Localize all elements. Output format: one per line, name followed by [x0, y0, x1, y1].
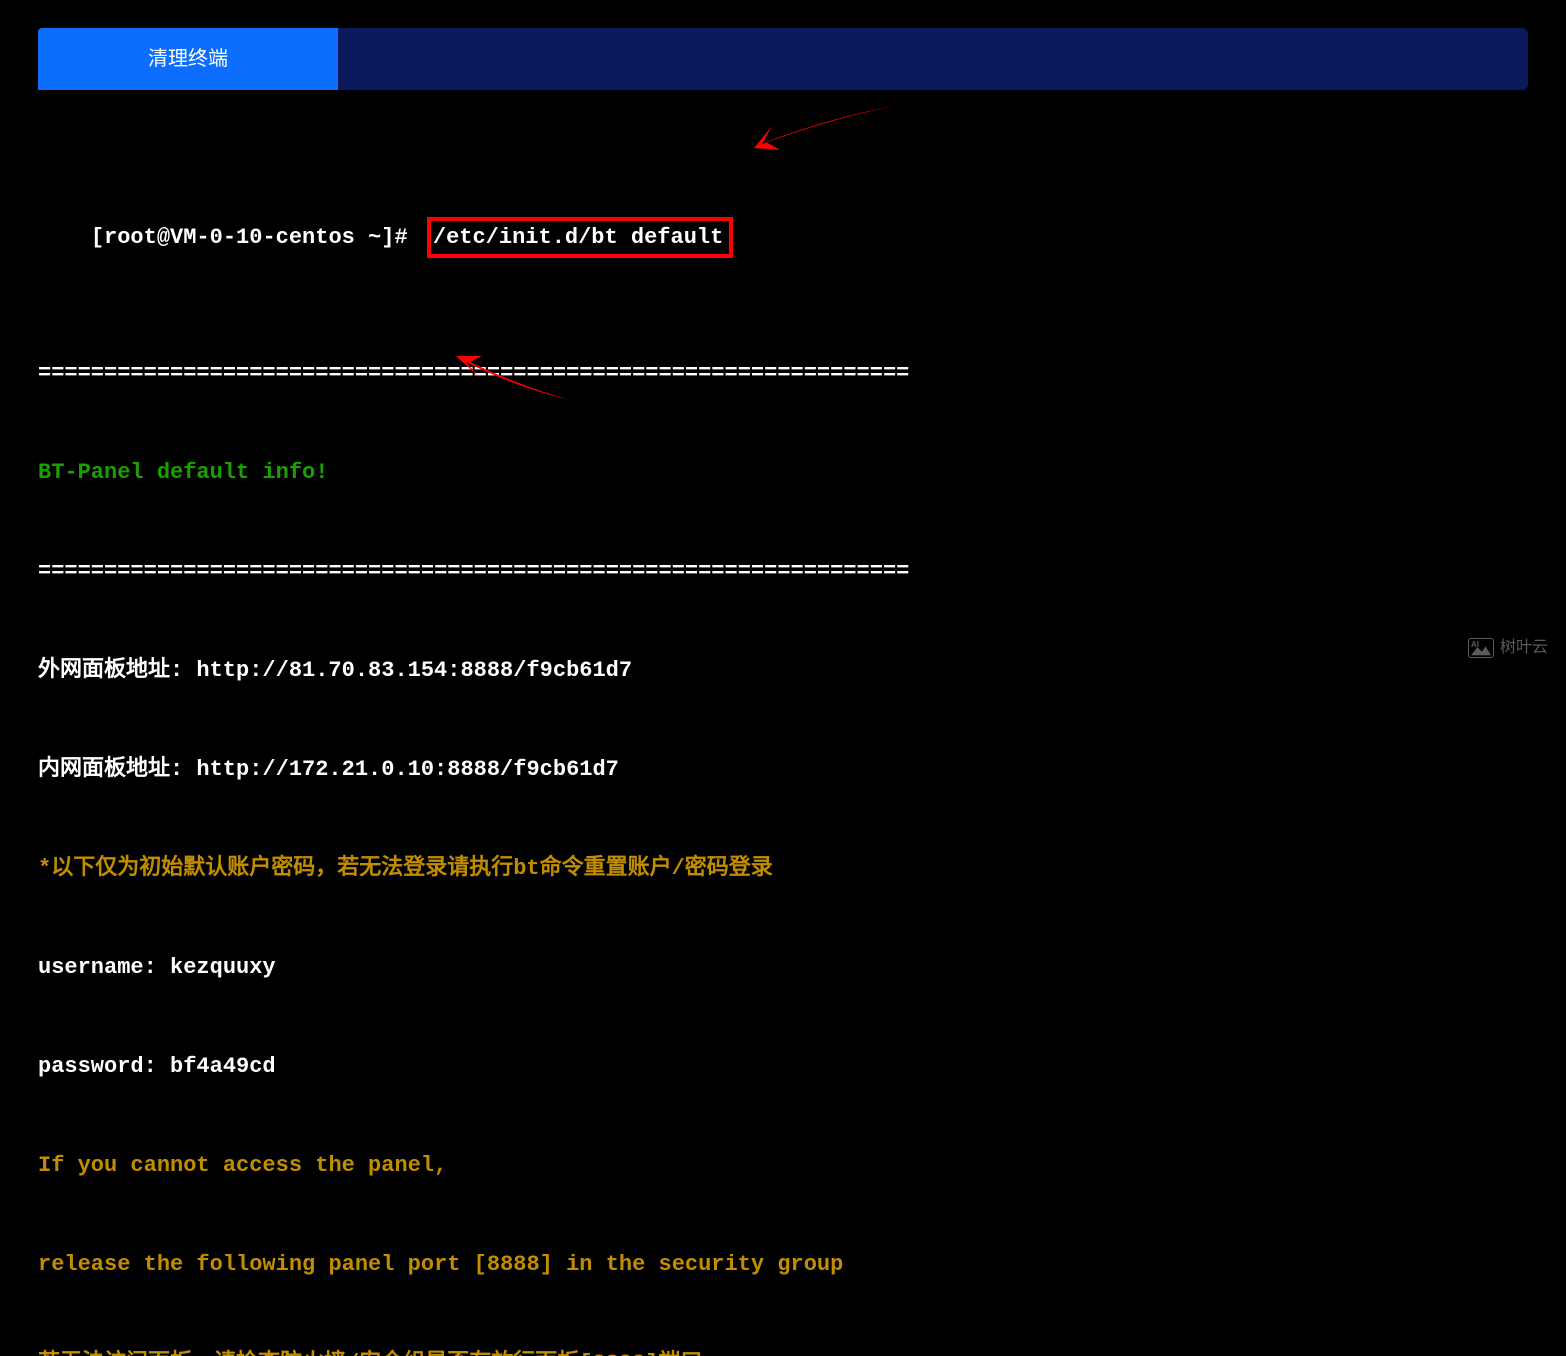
internal-url: http://172.21.0.10:8888/f9cb61d7: [196, 757, 618, 782]
external-url: http://81.70.83.154:8888/f9cb61d7: [196, 658, 632, 683]
clear-terminal-tab[interactable]: 清理终端: [38, 28, 338, 90]
tab-bar: 清理终端: [38, 28, 1528, 90]
command-highlight-box: /etc/init.d/bt default: [427, 217, 733, 258]
note-line-3: 若无法访问面板，请检查防火墙/安全组是否有放行面板[8888]端口: [38, 1347, 1528, 1356]
external-panel-line: 外网面板地址: http://81.70.83.154:8888/f9cb61d…: [38, 654, 1528, 687]
note-line-2: release the following panel port [8888] …: [38, 1248, 1528, 1281]
password-line: password: bf4a49cd: [38, 1050, 1528, 1083]
internal-label: 内网面板地址:: [38, 757, 196, 782]
entered-command: /etc/init.d/bt default: [433, 225, 723, 250]
panel-info-header: BT-Panel default info!: [38, 456, 1528, 489]
watermark: 树叶云: [1468, 636, 1548, 660]
note-line-1: If you cannot access the panel,: [38, 1149, 1528, 1182]
external-label: 外网面板地址:: [38, 658, 196, 683]
watermark-text: 树叶云: [1500, 636, 1548, 660]
terminal-output[interactable]: [root@VM-0-10-centos ~]# /etc/init.d/bt …: [38, 118, 1528, 1356]
separator-line: ========================================…: [38, 555, 1528, 588]
internal-panel-line: 内网面板地址: http://172.21.0.10:8888/f9cb61d7: [38, 753, 1528, 786]
separator-line: ========================================…: [38, 357, 1528, 390]
username-line: username: kezquuxy: [38, 951, 1528, 984]
watermark-logo-icon: [1468, 638, 1494, 658]
shell-prompt: [root@VM-0-10-centos ~]#: [91, 225, 421, 250]
warning-line: *以下仅为初始默认账户密码，若无法登录请执行bt命令重置账户/密码登录: [38, 852, 1528, 885]
